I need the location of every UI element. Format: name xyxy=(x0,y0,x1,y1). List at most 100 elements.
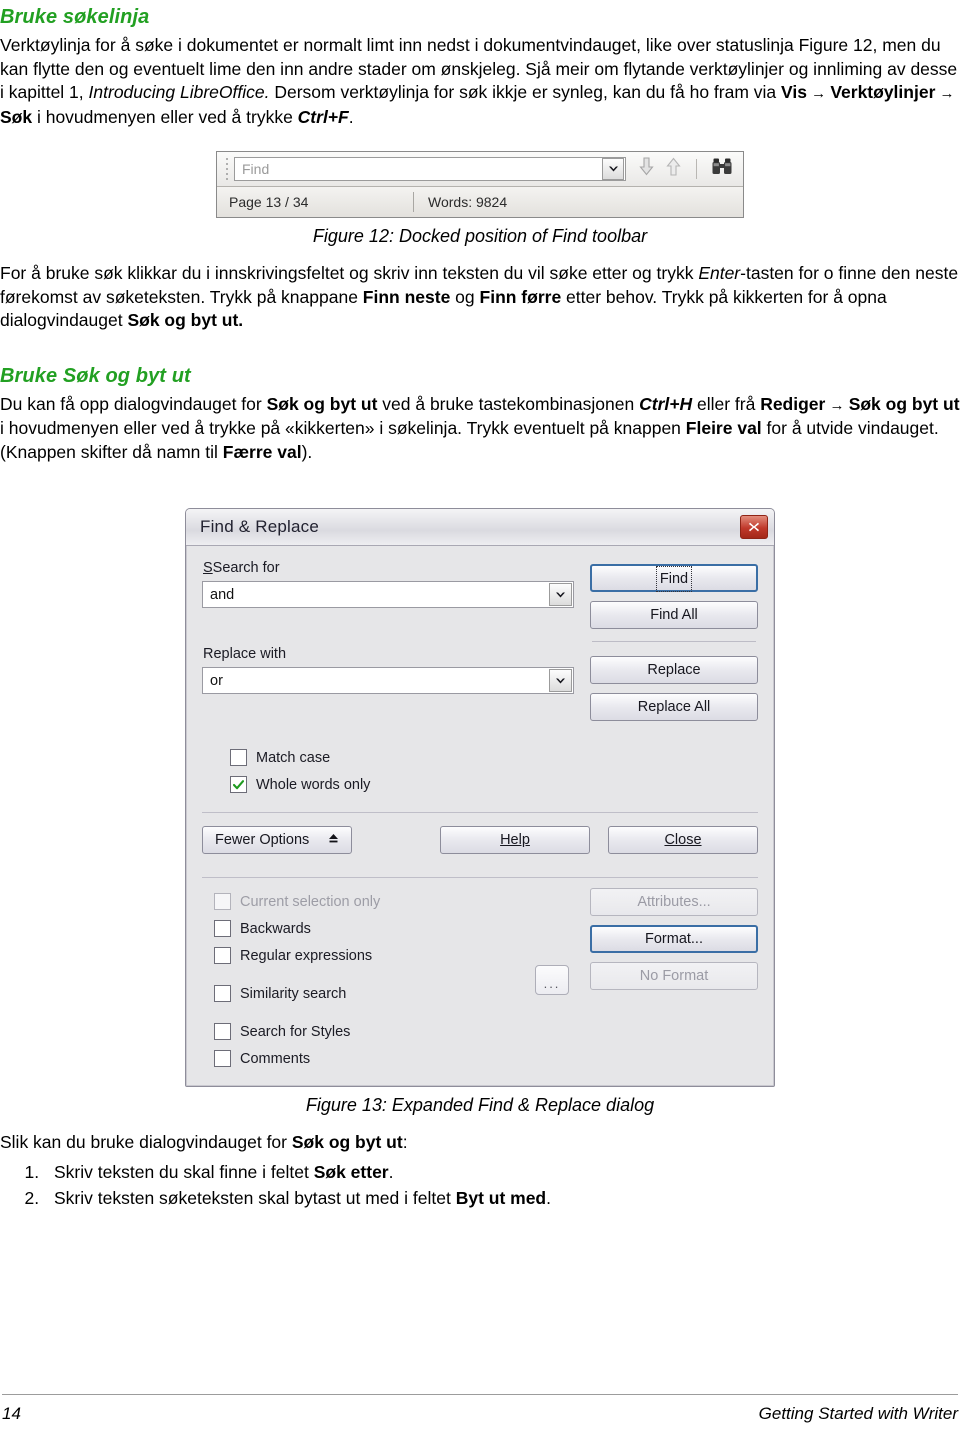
figure-13-caption: Figure 13: Expanded Find & Replace dialo… xyxy=(305,1095,655,1115)
text-run-italic: Introducing LibreOffice. xyxy=(88,82,270,102)
text-run-bold: Vis xyxy=(781,82,807,102)
arrow-down-icon[interactable] xyxy=(638,157,655,181)
text-run: . xyxy=(546,1187,552,1208)
replace-with-value: or xyxy=(210,672,223,689)
find-toolbar-row: Find xyxy=(217,152,743,187)
help-label: Help xyxy=(500,832,530,848)
close-button[interactable]: Close xyxy=(608,826,758,854)
dialog-titlebar: Find & Replace xyxy=(186,509,774,546)
text-run-shortcut: Ctrl+H xyxy=(639,393,693,414)
text-run: Skriv teksten du skal finne i feltet xyxy=(54,1161,314,1182)
find-button[interactable]: Find xyxy=(590,564,758,592)
binoculars-icon[interactable] xyxy=(711,157,733,181)
steps-list: Skriv teksten du skal finne i feltet Søk… xyxy=(0,1159,960,1211)
chevron-down-icon[interactable] xyxy=(549,669,572,692)
checkbox-match-case[interactable]: Match case xyxy=(230,744,758,771)
checkbox-regular-expressions[interactable]: Regular expressions xyxy=(214,942,514,969)
text-run: i hovudmenyen eller ved å trykke på «kik… xyxy=(0,418,686,438)
menu-arrow: → xyxy=(806,85,831,102)
status-word-count: Words: 9824 xyxy=(428,194,508,210)
no-format-button[interactable]: No Format xyxy=(590,962,758,990)
text-run: ved å bruke tastekombinasjonen xyxy=(377,393,640,414)
text-run-bold: Søk xyxy=(0,106,33,127)
caret-up-icon xyxy=(328,832,339,848)
checkbox-backwards[interactable]: Backwards xyxy=(214,915,514,942)
text-run: og xyxy=(450,286,480,307)
toolbar-drag-handle[interactable] xyxy=(223,157,231,181)
replace-with-input[interactable]: or xyxy=(202,667,574,694)
checkbox-label: Comments xyxy=(240,1050,311,1067)
search-for-value: and xyxy=(210,586,235,603)
dialog-primary-checkboxes: Match case Whole words only xyxy=(202,730,758,802)
checkbox-comments[interactable]: Comments xyxy=(214,1045,514,1072)
find-search-input[interactable]: Find xyxy=(234,157,626,181)
chevron-down-icon[interactable] xyxy=(602,158,624,180)
find-all-button[interactable]: Find All xyxy=(590,601,758,629)
text-run: i hovudmenyen eller ved å trykke xyxy=(32,106,298,127)
text-run-bold: Færre val xyxy=(222,441,302,462)
text-run: For å bruke søk klikkar du i innskriving… xyxy=(0,263,699,283)
dialog-action-buttons: Find Find All Replace Replace All xyxy=(590,558,758,730)
fewer-options-button[interactable]: Fewer Options xyxy=(202,826,352,854)
checkbox-box[interactable] xyxy=(214,947,231,964)
checkbox-similarity-search[interactable]: Similarity search xyxy=(214,980,514,1007)
checkbox-search-for-styles[interactable]: Search for Styles xyxy=(214,1018,514,1045)
footer-page-number: 14 xyxy=(2,1404,21,1423)
checkbox-whole-words-only[interactable]: Whole words only xyxy=(230,771,758,798)
find-button-label: Find xyxy=(655,566,693,592)
fewer-options-label: Fewer Options xyxy=(215,832,310,848)
close-icon[interactable] xyxy=(740,515,768,539)
find-toolbar-actions xyxy=(626,157,739,181)
dialog-body: SSearch for and Replace with or Find Fin… xyxy=(186,546,774,1086)
dialog-expanded-options: Current selection only Backwards Regular… xyxy=(202,878,758,1086)
chevron-down-icon[interactable] xyxy=(549,583,572,606)
format-button[interactable]: Format... xyxy=(590,925,758,953)
checkbox-label: Current selection only xyxy=(240,893,381,910)
find-toolbar: Find Page 13 / 34 Words: 9824 xyxy=(216,151,744,218)
checkbox-box[interactable] xyxy=(214,1023,231,1040)
text-run-bold: Finn neste xyxy=(362,286,451,307)
menu-arrow: → xyxy=(935,85,955,102)
button-group-divider xyxy=(592,641,756,642)
help-button[interactable]: Help xyxy=(440,826,590,854)
replace-all-button[interactable]: Replace All xyxy=(590,693,758,721)
figure-12-caption: Figure 12: Docked position of Find toolb… xyxy=(312,226,648,246)
text-run: . xyxy=(348,106,354,127)
checkbox-box[interactable] xyxy=(230,749,247,766)
figure-13: Find & Replace SSearch for and Replace w… xyxy=(0,508,960,1087)
page-heading-bruke-sok-og-byt-ut: Bruke Søk og byt ut xyxy=(0,364,191,387)
status-page-indicator: Page 13 / 34 xyxy=(229,194,309,210)
page-footer: 14 Getting Started with Writer xyxy=(0,1394,960,1424)
footer-content: 14 Getting Started with Writer xyxy=(2,1404,958,1424)
document-page: Bruke søkelinja Verktøylinja for å søke … xyxy=(0,0,960,1438)
text-run-bold: Finn førre xyxy=(479,286,562,307)
checkbox-label: Similarity search xyxy=(240,985,347,1002)
similarity-options-button[interactable]: ... xyxy=(535,965,569,995)
text-run-bold: Søk etter xyxy=(313,1161,389,1182)
checkbox-box[interactable] xyxy=(214,985,231,1002)
search-for-label-text: Search for xyxy=(212,560,280,576)
dialog-fields-column: SSearch for and Replace with or xyxy=(202,558,574,730)
page-heading-bruke-sokelinja: Bruke søkelinja xyxy=(0,6,150,28)
status-bar: Page 13 / 34 Words: 9824 xyxy=(217,187,743,217)
text-run-italic: Enter xyxy=(698,263,741,283)
checkbox-current-selection-only: Current selection only xyxy=(214,888,514,915)
text-run: Slik kan du bruke dialogvindauget for xyxy=(0,1132,292,1152)
dialog-bottom-bar: Fewer Options Help Close xyxy=(202,813,758,867)
arrow-up-icon[interactable] xyxy=(665,157,682,181)
checkbox-box[interactable] xyxy=(214,1050,231,1067)
replace-button[interactable]: Replace xyxy=(590,656,758,684)
checkbox-box[interactable] xyxy=(230,776,247,793)
text-run: ). xyxy=(301,441,313,462)
text-run-bold: Søk og byt ut xyxy=(266,393,378,414)
checkbox-label: Whole words only xyxy=(256,776,371,793)
text-run-bold: Fleire val xyxy=(685,418,762,438)
text-run: : xyxy=(402,1132,408,1152)
search-for-input[interactable]: and xyxy=(202,581,574,608)
replace-with-label-text: Replace with xyxy=(203,646,287,662)
attributes-button[interactable]: Attributes... xyxy=(590,888,758,916)
text-run: eller frå xyxy=(692,393,761,414)
checkbox-box[interactable] xyxy=(214,920,231,937)
text-run-bold: Verktøylinjer xyxy=(830,82,936,102)
text-run: Du kan få opp dialogvindauget for xyxy=(0,393,267,414)
